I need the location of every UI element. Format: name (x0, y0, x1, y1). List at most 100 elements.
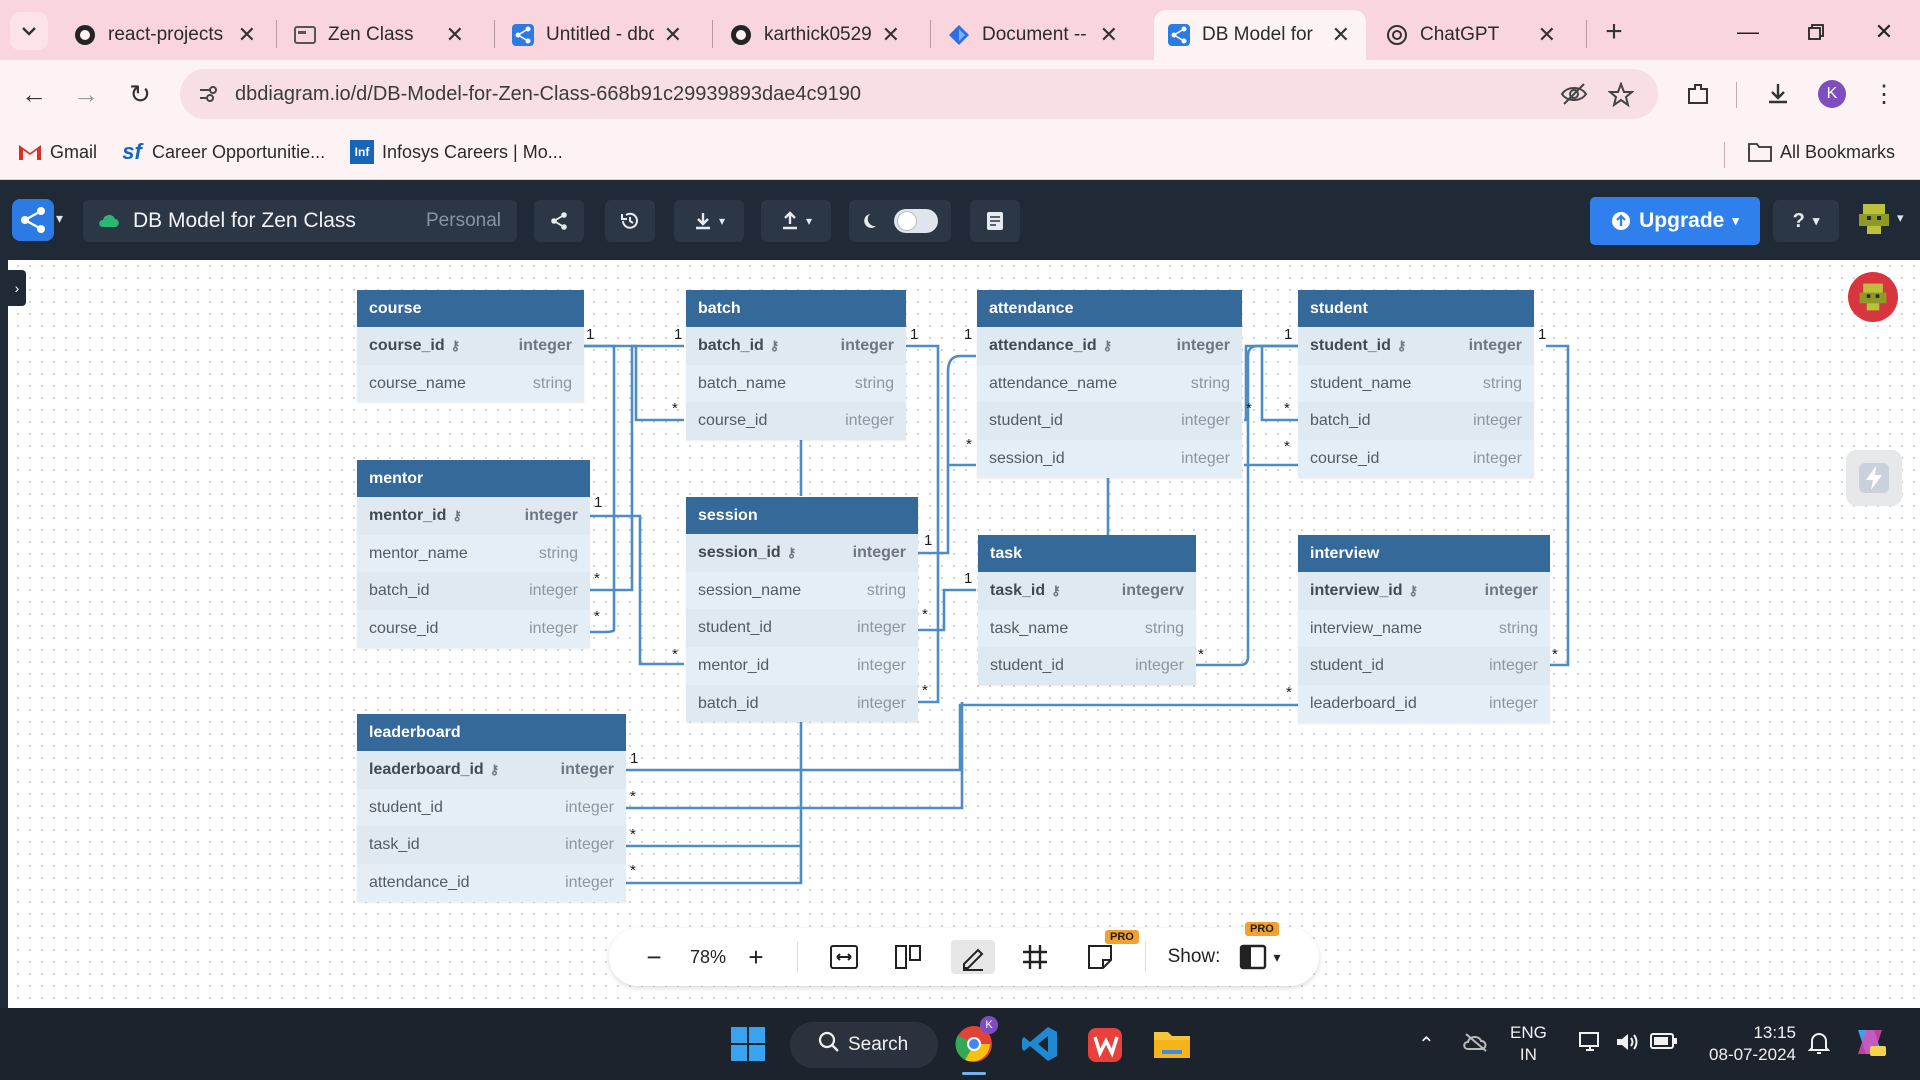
table-row[interactable]: batch_name string (686, 365, 906, 403)
taskbar-wps-office[interactable] (1082, 1020, 1130, 1068)
table-batch[interactable]: batch batch_id ⚷ integer batch_name string … (686, 290, 906, 441)
table-row[interactable]: student_name string (1298, 365, 1534, 403)
zoom-level[interactable]: 78% (681, 940, 735, 974)
table-name[interactable]: batch (686, 290, 906, 327)
onedrive-icon[interactable] (1462, 1032, 1490, 1057)
dark-mode-toggle[interactable] (849, 200, 951, 242)
reload-button[interactable]: ↻ (118, 72, 162, 116)
document-name-field[interactable]: DB Model for Zen Class Personal (83, 200, 517, 242)
table-name[interactable]: mentor (357, 460, 590, 497)
table-row[interactable]: session_id ⚷ integer (686, 534, 918, 572)
expand-panel-button[interactable]: › (8, 270, 26, 306)
table-row[interactable]: mentor_id ⚷ integer (357, 497, 590, 535)
table-name[interactable]: leaderboard (357, 714, 626, 751)
toggle-switch[interactable] (894, 209, 938, 233)
taskbar-file-explorer[interactable] (1148, 1020, 1196, 1068)
tab-zen-class[interactable]: Zen Class ✕ (280, 10, 480, 60)
table-name[interactable]: task (978, 535, 1196, 572)
all-bookmarks-button[interactable]: All Bookmarks (1748, 140, 1895, 164)
close-icon[interactable]: ✕ (664, 22, 682, 48)
sticky-note-button[interactable] (1083, 940, 1117, 974)
diagram-canvas[interactable]: 1 1 * 1 1 * 1 1 * * * 1 * * 1 1 * * * * … (0, 260, 1920, 1008)
taskbar-vscode[interactable] (1016, 1020, 1064, 1068)
extensions-icon[interactable] (1676, 72, 1720, 116)
user-avatar[interactable]: ▾ (1855, 200, 1904, 243)
tab-untitled-dbdiagram[interactable]: Untitled - dbd ✕ (498, 10, 698, 60)
table-row[interactable]: interview_name string (1298, 610, 1550, 648)
close-icon[interactable]: ✕ (1332, 22, 1350, 48)
table-row[interactable]: task_id integer (357, 826, 626, 865)
table-row[interactable]: course_name string (357, 365, 584, 403)
table-row[interactable]: student_id integer (978, 647, 1196, 686)
history-button[interactable] (605, 200, 655, 242)
minimize-window-button[interactable]: — (1728, 14, 1768, 50)
close-icon[interactable]: ✕ (238, 22, 256, 48)
network-icon[interactable] (1578, 1030, 1604, 1059)
table-row[interactable]: batch_id ⚷ integer (686, 327, 906, 365)
tab-search-button[interactable] (10, 12, 48, 50)
new-tab-button[interactable]: + (1594, 12, 1634, 52)
table-name[interactable]: session (686, 497, 918, 534)
table-row[interactable]: student_id integer (1298, 647, 1550, 686)
table-row[interactable]: attendance_id integer (357, 864, 626, 902)
table-session[interactable]: session session_id ⚷ integer session_name s… (686, 497, 918, 723)
table-row[interactable]: course_id integer (1298, 440, 1534, 478)
start-button[interactable] (724, 1020, 772, 1068)
table-row[interactable]: mentor_id integer (686, 647, 918, 685)
profile-avatar[interactable]: K (1810, 72, 1854, 116)
taskbar-chrome[interactable]: K (950, 1016, 998, 1068)
browser-menu-icon[interactable]: ⋮ (1862, 72, 1906, 116)
site-info-icon[interactable] (196, 82, 220, 111)
table-interview[interactable]: interview interview_id ⚷ integer interview… (1298, 535, 1550, 723)
table-row[interactable]: session_id integer (977, 440, 1242, 478)
close-icon[interactable]: ✕ (446, 22, 464, 48)
table-row[interactable]: course_id ⚷ integer (357, 327, 584, 365)
volume-icon[interactable] (1614, 1030, 1640, 1059)
tab-react-projects[interactable]: react-projects ✕ (60, 10, 272, 60)
import-button[interactable]: ▾ (761, 200, 831, 242)
table-name[interactable]: attendance (977, 290, 1242, 327)
table-attendance[interactable]: attendance attendance_id ⚷ integer attenda… (977, 290, 1242, 478)
table-name[interactable]: student (1298, 290, 1534, 327)
table-leaderboard[interactable]: leaderboard leaderboard_id ⚷ integer stude… (357, 714, 626, 902)
table-row[interactable]: leaderboard_id ⚷ integer (357, 751, 626, 789)
dbdiagram-logo[interactable] (12, 199, 54, 241)
table-row[interactable]: student_id integer (357, 789, 626, 827)
table-row[interactable]: mentor_name string (357, 535, 590, 573)
table-row[interactable]: student_id integer (686, 609, 918, 648)
tab-document[interactable]: Document -- ✕ (934, 10, 1134, 60)
table-task[interactable]: task task_id ⚷ integerv task_name string st… (978, 535, 1196, 686)
language-indicator[interactable]: ENG IN (1510, 1022, 1547, 1066)
battery-icon[interactable] (1650, 1032, 1678, 1055)
table-mentor[interactable]: mentor mentor_id ⚷ integer mentor_name stri… (357, 460, 590, 648)
close-icon[interactable]: ✕ (1100, 22, 1118, 48)
bookmark-star-icon[interactable] (1607, 81, 1635, 113)
table-row[interactable]: batch_id integer (357, 572, 590, 611)
show-mode-select[interactable]: ▾ (1229, 940, 1291, 974)
copilot-icon[interactable] (1852, 1024, 1888, 1065)
table-name[interactable]: course (357, 290, 584, 327)
table-row[interactable]: student_id ⚷ integer (1298, 327, 1534, 365)
eye-off-icon[interactable] (1560, 82, 1588, 111)
upgrade-button[interactable]: Upgrade ▾ (1590, 197, 1760, 245)
bookmark-infosys[interactable]: Inf Infosys Careers | Mo... (350, 140, 563, 164)
share-button[interactable] (534, 200, 584, 242)
chevron-up-icon[interactable]: ⌃ (1418, 1032, 1435, 1057)
table-row[interactable]: interview_id ⚷ integer (1298, 572, 1550, 610)
table-row[interactable]: student_id integer (977, 402, 1242, 441)
table-student[interactable]: student student_id ⚷ integer student_name s… (1298, 290, 1534, 478)
fit-view-button[interactable] (827, 940, 861, 974)
close-icon[interactable]: ✕ (1538, 22, 1556, 48)
export-button[interactable]: ▾ (674, 200, 744, 242)
table-row[interactable]: task_id ⚷ integerv (978, 572, 1196, 610)
close-icon[interactable]: ✕ (882, 22, 900, 48)
back-button[interactable]: ← (12, 72, 56, 116)
table-row[interactable]: course_id integer (357, 610, 590, 648)
zoom-out-button[interactable]: − (639, 940, 669, 974)
table-row[interactable]: batch_id integer (1298, 402, 1534, 441)
table-row[interactable]: course_id integer (686, 402, 906, 441)
highlight-mode-button[interactable] (951, 940, 995, 974)
tab-db-model-active[interactable]: DB Model for ✕ (1154, 10, 1366, 60)
restore-window-button[interactable] (1796, 14, 1836, 50)
grid-toggle-button[interactable] (1015, 940, 1055, 974)
